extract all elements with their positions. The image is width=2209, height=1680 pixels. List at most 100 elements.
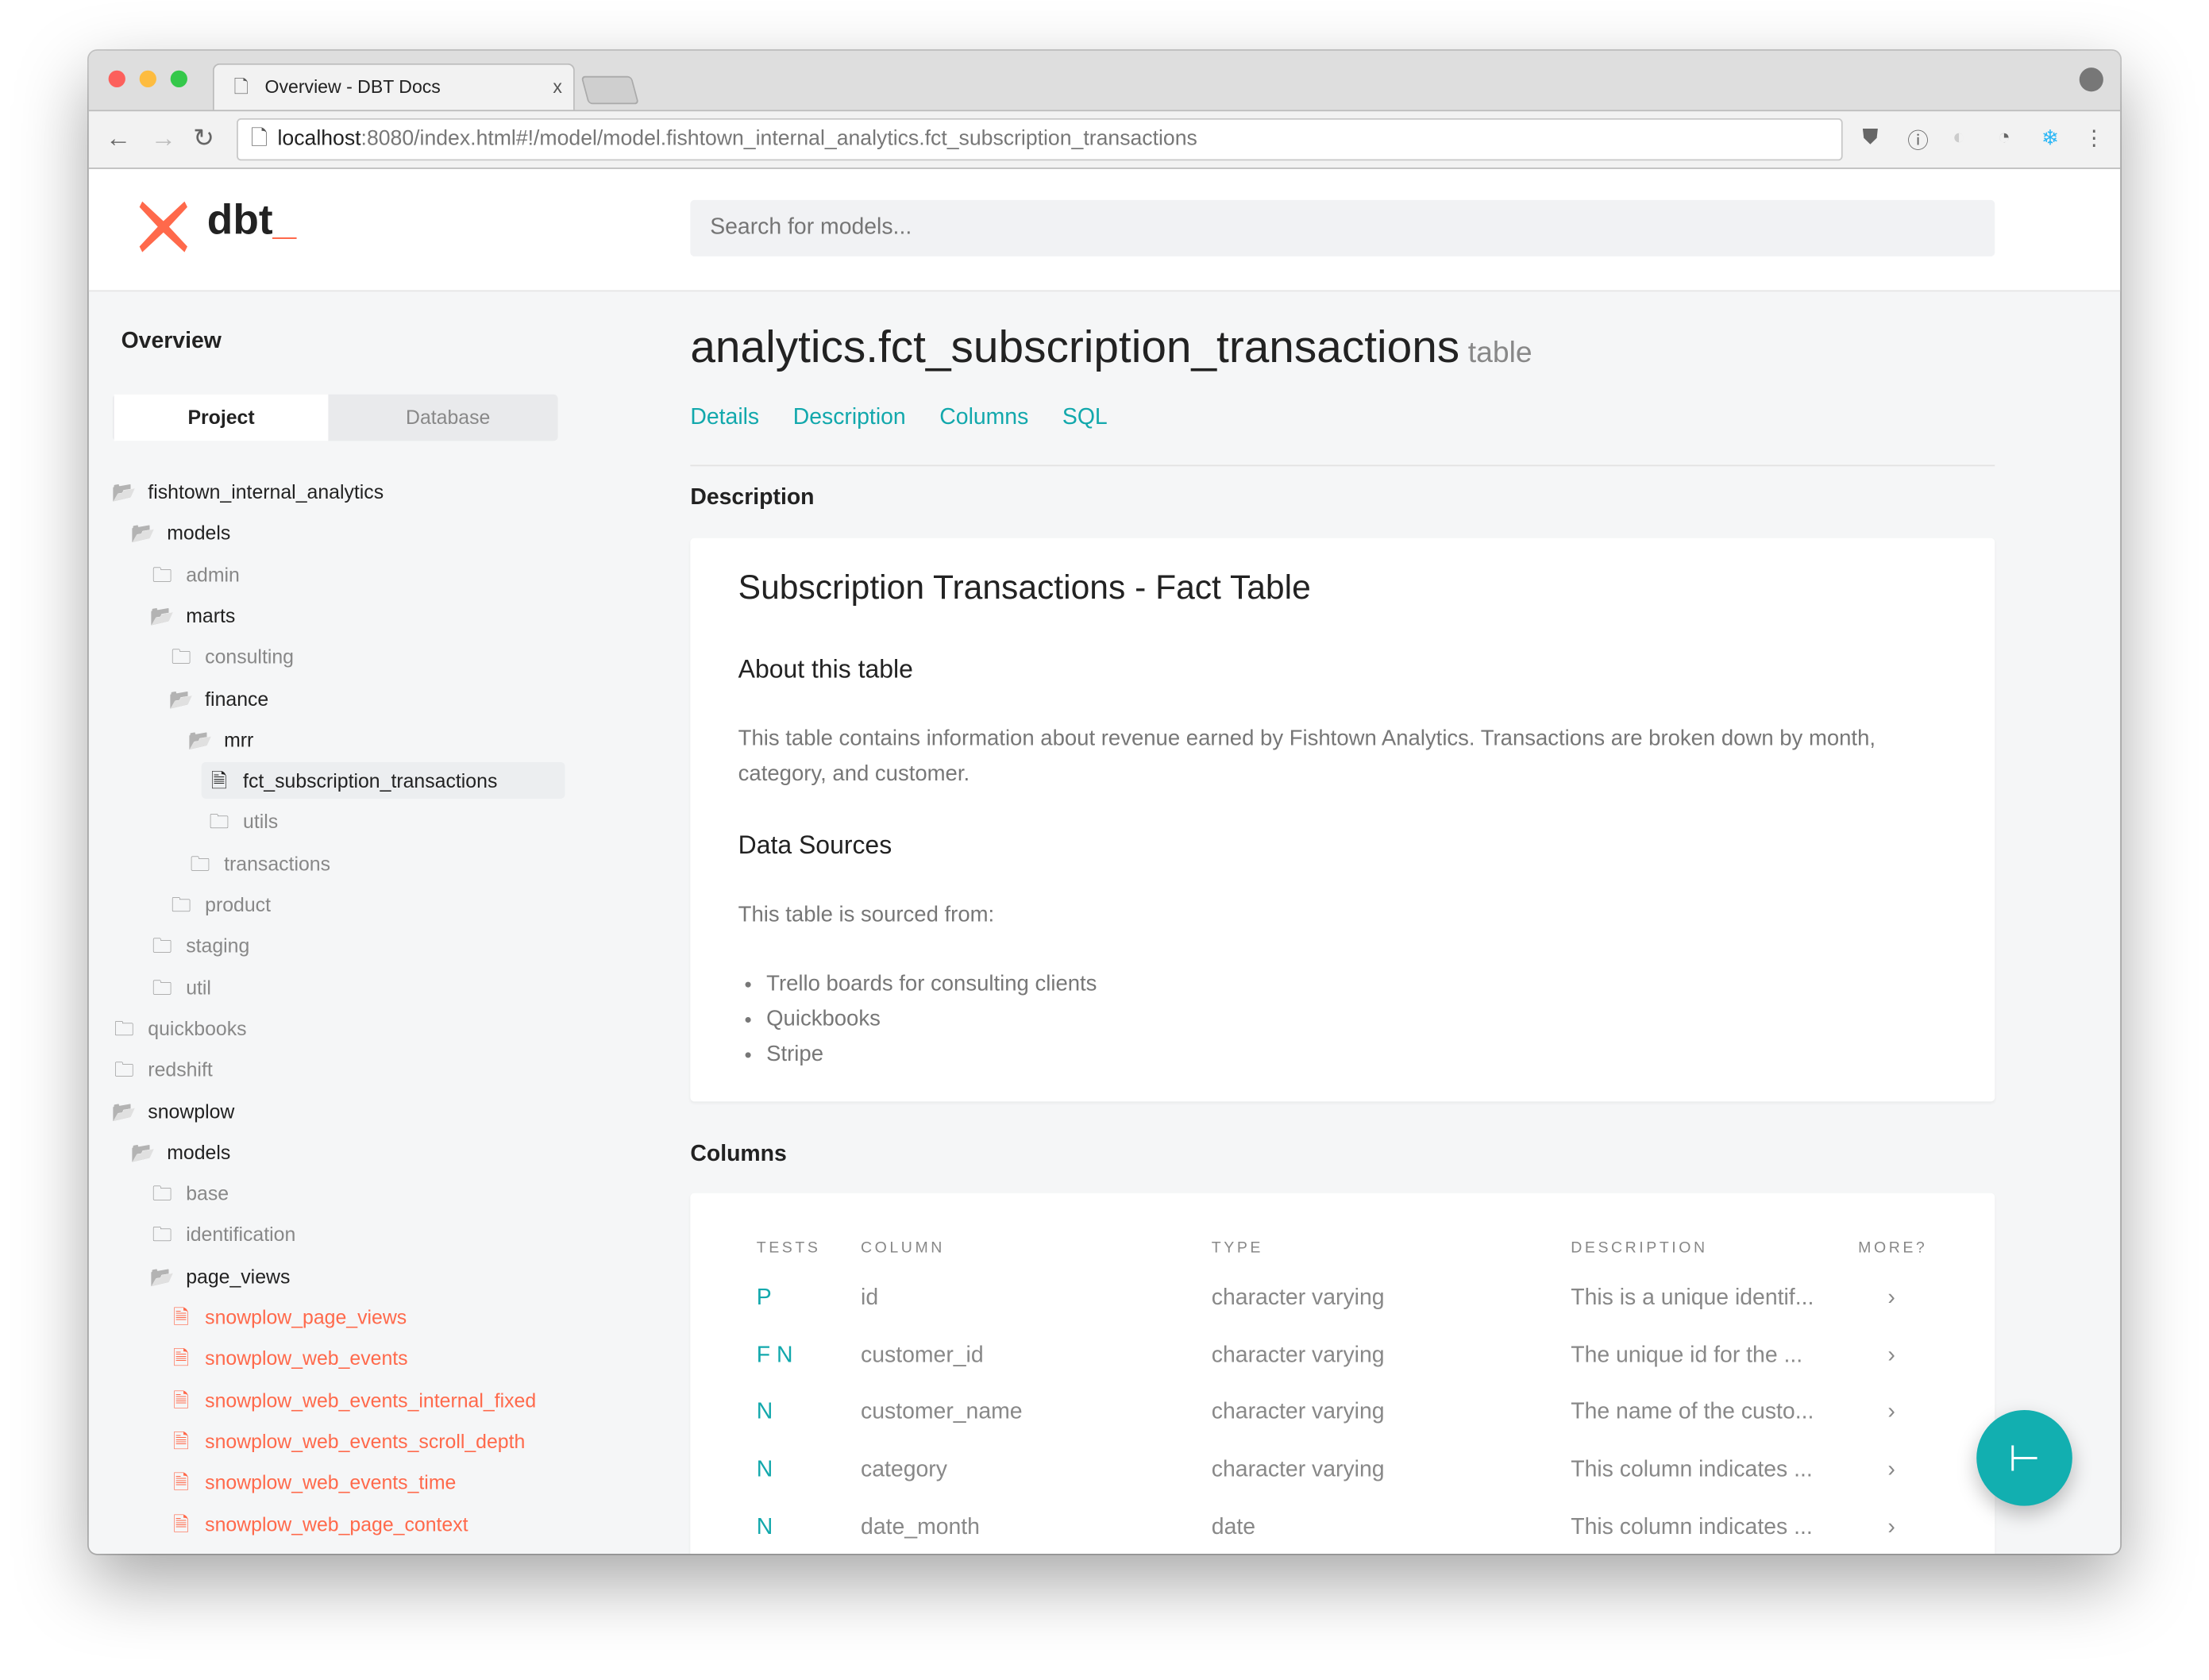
tree-item-label: util [186,975,211,999]
tab-close-button[interactable]: x [553,76,562,98]
maximize-window-button[interactable] [170,70,187,88]
tree-item-label: product [205,892,272,916]
screen: 🗋 Overview - DBT Docs x ← → ↻ 🗋 localhos… [0,0,2209,1679]
browser-window: 🗋 Overview - DBT Docs x ← → ↻ 🗋 localhos… [88,50,2121,1554]
folder-open-icon: 📂 [130,1140,156,1164]
tab-details[interactable]: Details [690,406,759,430]
tree-item-folder[interactable]: 📂 models [130,1134,231,1170]
browser-tab[interactable]: 🗋 Overview - DBT Docs x [212,63,575,112]
back-button[interactable]: ← [106,124,131,153]
sidebar: Overview Project Database 📂 fishtown_inte… [89,290,638,1553]
divider [690,464,1995,467]
tree-item-model[interactable]: 🗎 snowplow_web_events_time [168,1464,456,1501]
tree-item-model[interactable]: 🗎 snowplow_web_events_internal_fixed [168,1381,536,1418]
list-item: Trello boards for consulting clients [766,966,1097,1001]
tree-item-label: base [186,1181,229,1205]
list-item: Stripe [766,1037,1097,1072]
tree-item-folder[interactable]: 📂 mrr [187,721,253,757]
cell-tests: F N [756,1343,793,1368]
sources-heading: Data Sources [738,830,892,860]
tree-item-folder[interactable]: 📂 fishtown_internal_analytics [111,473,384,510]
tree-item-label: snowplow_web_events_internal_fixed [205,1388,537,1412]
section-tabs: Details Description Columns SQL [690,406,1141,431]
doc-title: Subscription Transactions - Fact Table [738,568,1311,607]
folder-icon: 🗀 [152,1181,172,1205]
tree-item-folder[interactable]: 🗀 utils [206,803,278,840]
onepassword-icon[interactable]: ⓘ [1907,125,1929,155]
description-heading: Description [690,486,815,511]
folder-icon: 🗀 [152,562,172,586]
folder-icon: 🗀 [152,1223,172,1247]
menu-kebab-icon[interactable]: ⋮ [2084,125,2105,151]
page-icon: 🗋 [233,75,249,98]
new-tab-button[interactable] [580,75,639,105]
folder-icon: 🗀 [152,975,172,999]
expand-row-button[interactable]: › [1887,1516,1895,1541]
tree-item-label: snowplow_page_views [205,1305,407,1329]
tree-item-model[interactable]: 🗎 snowplow_page_views [168,1299,407,1335]
cell-type: date [1211,1515,1256,1539]
cell-description: The name of the custo... [1571,1401,1814,1425]
file-icon: 🗎 [172,1470,189,1493]
expand-row-button[interactable]: › [1887,1458,1895,1483]
tree-item-folder[interactable]: 📂 finance [168,680,269,716]
tab-title: Overview - DBT Docs [264,75,441,98]
folder-icon: 🗀 [114,1016,134,1040]
expand-row-button[interactable]: › [1887,1286,1895,1312]
tree-item-model[interactable]: 🗎 snowplow_web_events [168,1340,408,1377]
url-path: :8080/index.html#!/model/model.fishtown_… [360,126,1197,151]
extension-icon[interactable]: ◐ [1953,125,1965,149]
forward-button[interactable]: → [151,124,176,153]
cell-type: character varying [1211,1401,1385,1425]
tree-item-label: marts [186,603,236,627]
dbt-logo-text[interactable]: dbt_ [207,197,296,245]
tab-sql[interactable]: SQL [1062,406,1108,430]
profile-icon[interactable] [2079,67,2103,92]
tab-project[interactable]: Project [114,394,329,441]
tree-item-folder[interactable]: 📂 snowplow [111,1092,235,1129]
tree-item-folder[interactable]: 🗀 redshift [111,1051,213,1088]
tree-item-folder[interactable]: 🗀 consulting [168,638,294,675]
close-window-button[interactable] [108,70,125,88]
ublock-icon[interactable]: ⛊ [1862,125,1878,149]
reload-button[interactable]: ↻ [193,124,214,153]
tab-columns[interactable]: Columns [939,406,1028,430]
extension-badge-icon[interactable]: ◔ [1998,125,2010,149]
tree-item-model[interactable]: 🗎 snowplow_web_events_scroll_depth [168,1423,525,1459]
search-input[interactable] [690,199,1995,256]
tree-item-folder[interactable]: 🗀 base [149,1175,229,1212]
cell-description: This column indicates ... [1571,1515,1813,1539]
tab-database[interactable]: Database [341,395,555,441]
tree-item-folder[interactable]: 📂 page_views [149,1258,291,1294]
snowflake-icon[interactable]: ❄ [2041,125,2059,151]
tree-item-model[interactable]: 🗎 fct_subscription_transactions [200,762,565,800]
tree-item-folder[interactable]: 📂 models [130,514,231,551]
cell-tests: N [756,1401,773,1425]
url-input[interactable]: 🗋 localhost:8080/index.html#!/model/mode… [237,118,1843,161]
cell-column: category [861,1458,947,1482]
tree-item-label: snowplow_web_events_time [205,1470,457,1493]
folder-open-icon: 📂 [111,1099,137,1123]
tree-item-folder[interactable]: 🗀 admin [149,556,240,592]
tree-item-folder[interactable]: 🗀 identification [149,1216,296,1253]
cell-column: customer_name [861,1401,1023,1425]
tab-description[interactable]: Description [793,406,906,430]
minimize-window-button[interactable] [139,70,156,88]
tree-item-model[interactable]: 🗎 snowplow_web_page_context [168,1505,468,1542]
lineage-graph-button[interactable]: ⊢ [1976,1409,2072,1506]
tree-item-folder[interactable]: 🗀 util [149,969,211,1005]
tree-item-folder[interactable]: 🗀 product [168,886,271,923]
tree-item-label: mrr [224,727,254,751]
cell-tests: N [756,1515,773,1539]
tree-item-folder[interactable]: 📂 marts [149,597,236,634]
expand-row-button[interactable]: › [1887,1343,1895,1369]
expand-row-button[interactable]: › [1887,1401,1895,1426]
cell-column: id [861,1285,879,1311]
sidebar-title: Overview [121,329,222,354]
page-title: analytics.fct_subscription_transactions t… [690,321,1532,372]
tree-item-folder[interactable]: 🗀 transactions [187,845,331,881]
tree-item-folder[interactable]: 🗀 staging [149,927,250,964]
header-tests: TESTS [756,1239,821,1257]
tree-item-folder[interactable]: 🗀 quickbooks [111,1010,247,1046]
sources-text: This table is sourced from: [738,903,995,927]
